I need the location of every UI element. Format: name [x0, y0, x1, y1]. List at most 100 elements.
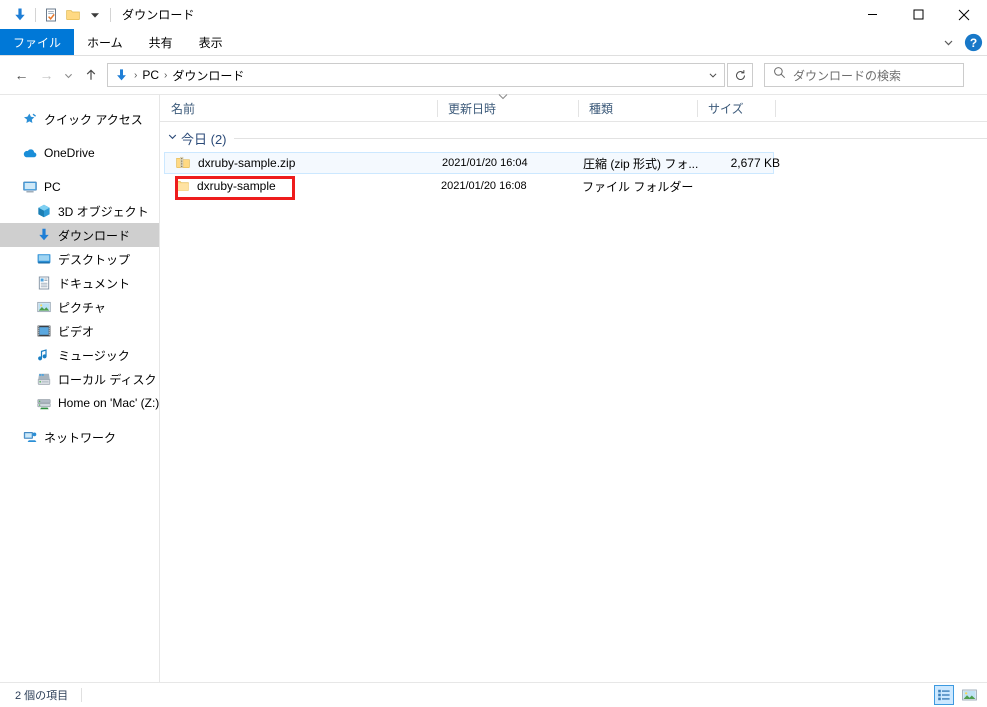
- refresh-button[interactable]: [727, 63, 753, 87]
- sidebar-item-videos[interactable]: ビデオ: [0, 319, 159, 343]
- zip-folder-icon: [175, 155, 191, 171]
- sidebar-item-local-disk-c[interactable]: ローカル ディスク (C:): [0, 367, 159, 391]
- group-rule: [233, 137, 987, 139]
- expand-ribbon-chevron-down-icon[interactable]: [938, 32, 958, 52]
- row-type-cell: ファイル フォルダー: [582, 179, 694, 194]
- svg-text:?: ?: [970, 36, 977, 50]
- address-bar: ← → › PC › ダウンロード ダウンロードの検索: [0, 56, 987, 94]
- item-count-label: 2 個の項目: [15, 690, 69, 702]
- breadcrumb-separator-1[interactable]: ›: [162, 70, 169, 81]
- column-header-size[interactable]: サイズ: [697, 95, 775, 122]
- breadcrumb-dropdown-chevron-down-icon[interactable]: [704, 65, 721, 85]
- qat-divider-1: [35, 7, 36, 22]
- properties-icon[interactable]: [40, 4, 62, 26]
- sidebar-item-label: クイック アクセス: [44, 112, 143, 127]
- row-date-cell: 2021/01/20 16:04: [442, 157, 528, 169]
- help-icon[interactable]: ?: [964, 33, 983, 52]
- network-drive-icon: [36, 395, 52, 411]
- sidebar-item-pc[interactable]: PC: [0, 175, 159, 199]
- sidebar-item-label: ピクチャ: [58, 300, 106, 315]
- window-controls: [849, 0, 987, 29]
- sidebar-item-home-on-mac-z[interactable]: Home on 'Mac' (Z:): [0, 391, 159, 415]
- sidebar-item-label: ミュージック: [58, 348, 130, 363]
- sidebar-item-label: ローカル ディスク (C:): [58, 372, 159, 387]
- sidebar-item-label: ドキュメント: [58, 276, 131, 291]
- folder-icon: [174, 178, 190, 194]
- column-headers: 名前 更新日時 種類 サイズ: [160, 93, 987, 122]
- maximize-button[interactable]: [895, 0, 941, 29]
- sidebar-item-3d-objects[interactable]: 3D オブジェクト: [0, 199, 159, 223]
- sidebar-item-label: PC: [44, 180, 61, 194]
- group-header-today[interactable]: 今日 (2): [160, 126, 987, 150]
- row-name-label: dxruby-sample: [197, 179, 276, 193]
- back-button[interactable]: ←: [9, 63, 34, 87]
- tab-view[interactable]: 表示: [186, 29, 236, 55]
- recent-locations-button[interactable]: [59, 63, 78, 87]
- table-row[interactable]: dxruby-sample 2021/01/20 16:08 ファイル フォルダ…: [164, 175, 774, 197]
- sidebar-item-pictures[interactable]: ピクチャ: [0, 295, 159, 319]
- search-input[interactable]: ダウンロードの検索: [793, 67, 901, 84]
- row-size-cell: 2,677 KB: [730, 156, 780, 170]
- sidebar-item-onedrive[interactable]: OneDrive: [0, 141, 159, 165]
- breadcrumb-download-arrow-icon: [113, 67, 129, 83]
- forward-button: →: [39, 67, 54, 83]
- cloud-icon: [22, 145, 38, 161]
- tab-share[interactable]: 共有: [136, 29, 186, 55]
- search-icon: [773, 66, 786, 84]
- sidebar-item-desktop[interactable]: デスクトップ: [0, 247, 159, 271]
- file-list-pane: 名前 更新日時 種類 サイズ 今日 (2) dxruby-sample.zip …: [160, 93, 987, 682]
- column-header-type[interactable]: 種類: [578, 95, 697, 122]
- sidebar-item-label: ネットワーク: [44, 430, 117, 445]
- close-button[interactable]: [941, 0, 987, 29]
- group-collapse-chevron-down-icon[interactable]: [167, 131, 178, 145]
- desktop-icon: [36, 251, 52, 267]
- breadcrumb[interactable]: › PC › ダウンロード: [107, 63, 725, 87]
- row-date-cell: 2021/01/20 16:08: [441, 180, 527, 192]
- tab-file[interactable]: ファイル: [0, 29, 75, 55]
- sidebar-item-quick-access[interactable]: クイック アクセス: [0, 107, 159, 131]
- breadcrumb-item-pc[interactable]: PC: [139, 68, 162, 82]
- sidebar-item-network[interactable]: ネットワーク: [0, 425, 159, 449]
- ribbon-right-controls: ?: [938, 29, 983, 55]
- details-view-button[interactable]: [934, 685, 954, 705]
- breadcrumb-item-downloads[interactable]: ダウンロード: [169, 67, 247, 84]
- new-folder-icon[interactable]: [62, 4, 84, 26]
- row-name-cell[interactable]: dxruby-sample: [174, 178, 276, 194]
- group-label: 今日 (2): [181, 131, 227, 147]
- sidebar-item-label: ダウンロード: [58, 228, 131, 243]
- table-row[interactable]: dxruby-sample.zip 2021/01/20 16:04 圧縮 (z…: [164, 152, 780, 174]
- window-title: ダウンロード: [122, 8, 195, 22]
- hard-disk-icon: [36, 371, 52, 387]
- star-pin-icon: [22, 111, 38, 127]
- sort-indicator-chevron-down-icon: [497, 93, 509, 103]
- network-icon: [22, 429, 38, 445]
- search-box[interactable]: ダウンロードの検索: [764, 63, 964, 87]
- sidebar-item-label: OneDrive: [44, 146, 95, 160]
- navigation-pane: クイック アクセス OneDrive PC 3D オブジェクト ダウンロード デ…: [0, 95, 159, 682]
- minimize-button[interactable]: [849, 0, 895, 29]
- sidebar-item-documents[interactable]: ドキュメント: [0, 271, 159, 295]
- sidebar-item-downloads[interactable]: ダウンロード: [0, 223, 159, 247]
- sidebar-item-label: ビデオ: [58, 324, 95, 339]
- sidebar-item-label: デスクトップ: [58, 252, 131, 267]
- column-header-name[interactable]: 名前: [160, 95, 437, 122]
- title-bar: ダウンロード: [0, 0, 987, 29]
- explorer-window: ダウンロード ファイル ホーム 共有 表示 ? ← → › PC › ダウンロー…: [0, 0, 987, 707]
- column-divider-4[interactable]: [775, 100, 776, 117]
- download-arrow-icon: [9, 4, 31, 26]
- breadcrumb-separator-0[interactable]: ›: [132, 70, 139, 81]
- customize-chevron-icon[interactable]: [84, 4, 106, 26]
- sidebar-item-music[interactable]: ミュージック: [0, 343, 159, 367]
- picture-icon: [36, 299, 52, 315]
- large-icons-view-button[interactable]: [959, 685, 979, 705]
- quick-access-toolbar: ダウンロード: [0, 4, 195, 26]
- tab-home[interactable]: ホーム: [74, 29, 136, 55]
- document-icon: [36, 275, 52, 291]
- up-button[interactable]: [78, 63, 103, 87]
- row-type-cell: 圧縮 (zip 形式) フォ...: [583, 156, 699, 171]
- sidebar-item-label: 3D オブジェクト: [58, 204, 149, 219]
- row-name-cell[interactable]: dxruby-sample.zip: [175, 155, 295, 171]
- status-bar: 2 個の項目: [0, 683, 987, 707]
